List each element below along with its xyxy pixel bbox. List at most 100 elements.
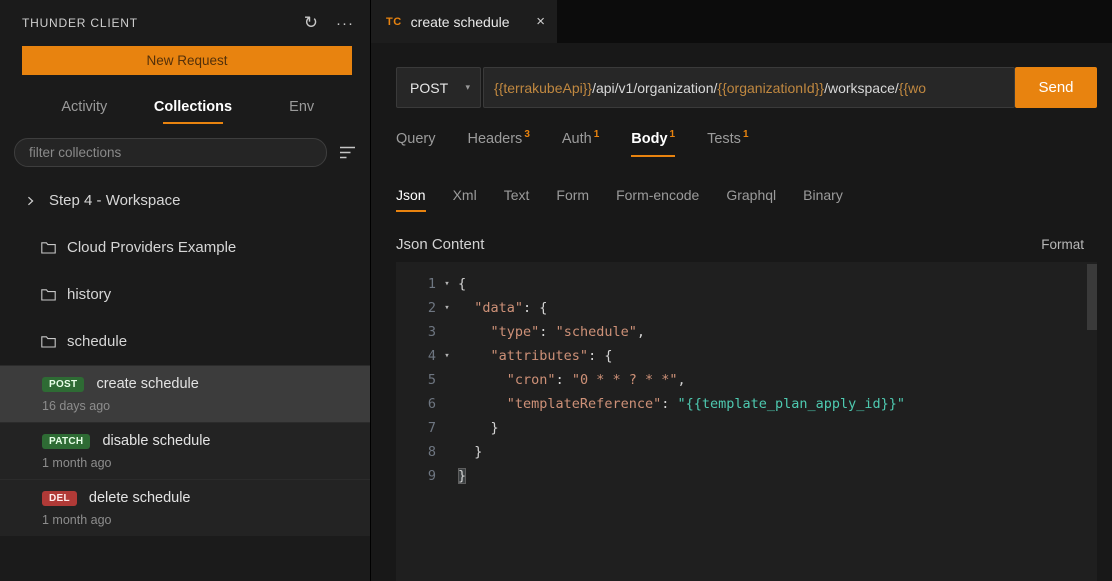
line-number: 9 bbox=[396, 464, 436, 488]
code-line[interactable]: 6 "templateReference": "{{template_plan_… bbox=[396, 392, 1097, 416]
body-tab-text[interactable]: Text bbox=[504, 187, 530, 212]
url-variable: {{organizationId}} bbox=[717, 80, 824, 96]
method-badge: DEL bbox=[42, 491, 77, 506]
request-tab-headers[interactable]: Headers3 bbox=[468, 131, 530, 157]
code-text: } bbox=[458, 464, 466, 488]
chevron-right-icon bbox=[22, 195, 38, 207]
line-number: 3 bbox=[396, 320, 436, 344]
url-variable: {{terrakubeApi}} bbox=[494, 80, 592, 96]
refresh-icon[interactable]: ↻ bbox=[304, 13, 318, 33]
body-tab-form[interactable]: Form bbox=[556, 187, 589, 212]
code-line[interactable]: 9} bbox=[396, 464, 1097, 488]
request-name: create schedule bbox=[96, 376, 198, 392]
main-panel: TC create schedule × POST ▾ {{terrakubeA… bbox=[371, 0, 1112, 581]
url-path: /workspace/ bbox=[824, 80, 899, 96]
fold-icon bbox=[436, 392, 458, 416]
thunder-client-logo-icon: TC bbox=[386, 16, 402, 28]
body-tab-binary[interactable]: Binary bbox=[803, 187, 843, 212]
code-text: "data": { bbox=[458, 296, 547, 320]
tab-count-badge: 1 bbox=[594, 129, 600, 140]
sidebar-tab-env[interactable]: Env bbox=[247, 91, 356, 124]
code-text: "attributes": { bbox=[458, 344, 612, 368]
filter-row bbox=[0, 124, 370, 177]
app-title: THUNDER CLIENT bbox=[22, 16, 138, 30]
method-value: POST bbox=[410, 80, 448, 96]
code-line[interactable]: 8 } bbox=[396, 440, 1097, 464]
method-badge: PATCH bbox=[42, 434, 90, 449]
sidebar: THUNDER CLIENT ↻ ··· New Request Activit… bbox=[0, 0, 371, 581]
url-input[interactable]: {{terrakubeApi}}/api/v1/organization/{{o… bbox=[483, 67, 1015, 108]
scrollbar-thumb[interactable] bbox=[1087, 264, 1097, 330]
folder-item[interactable]: Cloud Providers Example bbox=[0, 224, 370, 271]
fold-icon bbox=[436, 416, 458, 440]
folder-label: Cloud Providers Example bbox=[67, 239, 236, 256]
request-name: disable schedule bbox=[102, 433, 210, 449]
sidebar-tabs: ActivityCollectionsEnv bbox=[0, 85, 370, 124]
line-number: 5 bbox=[396, 368, 436, 392]
code-line[interactable]: 5 "cron": "0 * * ? * *", bbox=[396, 368, 1097, 392]
request-tab-body[interactable]: Body1 bbox=[631, 131, 675, 157]
request-tab-auth[interactable]: Auth1 bbox=[562, 131, 599, 157]
fold-icon bbox=[436, 320, 458, 344]
collection-item[interactable]: Step 4 - Workspace bbox=[0, 177, 370, 224]
code-line[interactable]: 1▾{ bbox=[396, 272, 1097, 296]
method-badge: POST bbox=[42, 377, 84, 392]
collection-label: Step 4 - Workspace bbox=[49, 192, 180, 209]
code-line[interactable]: 2▾ "data": { bbox=[396, 296, 1097, 320]
line-number: 7 bbox=[396, 416, 436, 440]
line-number: 2 bbox=[396, 296, 436, 320]
collection-list: Step 4 - Workspace Cloud Providers Exampl… bbox=[0, 177, 370, 536]
body-tab-form-encode[interactable]: Form-encode bbox=[616, 187, 699, 212]
folder-icon bbox=[40, 241, 56, 254]
folder-label: schedule bbox=[67, 333, 127, 350]
request-tab-tests[interactable]: Tests1 bbox=[707, 131, 748, 157]
filter-input[interactable] bbox=[14, 138, 327, 167]
request-tab-query[interactable]: Query bbox=[396, 131, 436, 157]
code-text: } bbox=[458, 416, 499, 440]
line-number: 4 bbox=[396, 344, 436, 368]
format-button[interactable]: Format bbox=[1041, 237, 1084, 252]
url-variable: {{wo bbox=[899, 80, 926, 96]
line-number: 8 bbox=[396, 440, 436, 464]
body-tab-graphql[interactable]: Graphql bbox=[726, 187, 776, 212]
code-line[interactable]: 3 "type": "schedule", bbox=[396, 320, 1097, 344]
fold-icon bbox=[436, 440, 458, 464]
content-header: Json Content Format bbox=[396, 236, 1084, 253]
folder-item[interactable]: schedule bbox=[0, 318, 370, 365]
code-line[interactable]: 4▾ "attributes": { bbox=[396, 344, 1097, 368]
body-tab-json[interactable]: Json bbox=[396, 187, 426, 212]
chevron-down-icon: ▾ bbox=[465, 82, 470, 93]
request-item[interactable]: POST create schedule 16 days ago bbox=[0, 365, 370, 422]
code-text: { bbox=[458, 272, 466, 296]
method-select[interactable]: POST ▾ bbox=[396, 67, 481, 108]
fold-icon[interactable]: ▾ bbox=[436, 344, 458, 368]
code-line[interactable]: 7 } bbox=[396, 416, 1097, 440]
new-request-button[interactable]: New Request bbox=[22, 46, 352, 75]
request-item[interactable]: DELdelete schedule1 month ago bbox=[0, 479, 370, 536]
close-icon[interactable]: × bbox=[536, 13, 545, 30]
line-number: 1 bbox=[396, 272, 436, 296]
editor-tab-create-schedule[interactable]: TC create schedule × bbox=[371, 0, 557, 43]
sort-icon[interactable] bbox=[339, 146, 356, 159]
code-lines: 1▾{2▾ "data": {3 "type": "schedule",4▾ "… bbox=[396, 272, 1097, 488]
send-button[interactable]: Send bbox=[1015, 67, 1097, 108]
request-bar: POST ▾ {{terrakubeApi}}/api/v1/organizat… bbox=[396, 67, 1097, 108]
fold-icon bbox=[436, 464, 458, 488]
code-text: "type": "schedule", bbox=[458, 320, 645, 344]
sidebar-tab-activity[interactable]: Activity bbox=[30, 91, 139, 124]
code-text: "cron": "0 * * ? * *", bbox=[458, 368, 686, 392]
body-type-tabs: Json Xml Text Form Form-encode Graphql Binary bbox=[396, 187, 1087, 212]
folder-item[interactable]: history bbox=[0, 271, 370, 318]
sidebar-tab-collections[interactable]: Collections bbox=[139, 91, 248, 124]
fold-icon[interactable]: ▾ bbox=[436, 296, 458, 320]
body-tab-xml[interactable]: Xml bbox=[453, 187, 477, 212]
app-window: THUNDER CLIENT ↻ ··· New Request Activit… bbox=[0, 0, 1112, 581]
request-item[interactable]: PATCHdisable schedule1 month ago bbox=[0, 422, 370, 479]
url-path: /api/v1/organization/ bbox=[592, 80, 717, 96]
line-number: 6 bbox=[396, 392, 436, 416]
tab-count-badge: 1 bbox=[743, 129, 749, 140]
json-editor[interactable]: 1▾{2▾ "data": {3 "type": "schedule",4▾ "… bbox=[396, 262, 1097, 581]
fold-icon[interactable]: ▾ bbox=[436, 272, 458, 296]
request-time: 16 days ago bbox=[42, 399, 370, 413]
more-menu-icon[interactable]: ··· bbox=[336, 15, 354, 32]
